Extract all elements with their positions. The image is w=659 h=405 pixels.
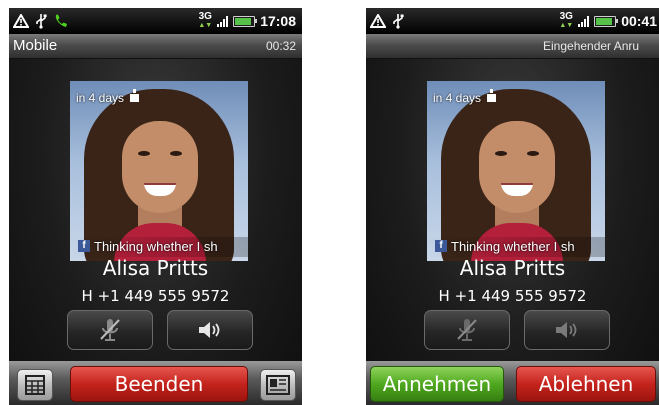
- warning-icon: [370, 14, 386, 28]
- network-indicator: 3G ▲▼: [559, 11, 574, 30]
- battery-icon: [594, 15, 619, 27]
- signal-icon: [578, 15, 590, 27]
- contact-photo: in 4 days f Thinking whether I sh: [70, 81, 248, 261]
- mute-icon: [457, 319, 477, 341]
- facebook-status-text: Thinking whether I sh: [94, 239, 218, 254]
- contact-card-icon: [266, 375, 290, 395]
- facebook-status: f Thinking whether I sh: [427, 237, 605, 257]
- caller-name: Alisa Pritts: [459, 256, 566, 280]
- speaker-button[interactable]: [167, 310, 253, 350]
- usb-icon: [393, 14, 404, 29]
- birthday-icon: [130, 89, 140, 102]
- end-call-button[interactable]: Beenden: [70, 366, 248, 402]
- birthday-reminder: in 4 days: [76, 89, 140, 105]
- network-indicator: 3G ▲▼: [198, 11, 213, 30]
- clock: 00:41: [621, 13, 657, 29]
- facebook-status-text: Thinking whether I sh: [451, 239, 575, 254]
- speaker-icon: [199, 322, 220, 338]
- decline-button[interactable]: Ablehnen: [516, 366, 656, 402]
- clock: 17:08: [260, 13, 296, 29]
- call-title-bar: Mobile 00:32: [9, 34, 302, 59]
- answer-button[interactable]: Annehmen: [370, 366, 504, 402]
- facebook-icon: f: [435, 240, 447, 252]
- active-call-screen: 3G ▲▼ 17:08 Mobile 00:32 in 4 days f Thin…: [9, 8, 302, 405]
- signal-icon: [217, 15, 229, 27]
- call-duration: 00:32: [265, 39, 296, 53]
- battery-icon: [233, 15, 258, 27]
- speaker-icon: [556, 322, 577, 338]
- call-type-label: Mobile: [13, 37, 58, 54]
- incoming-call-label: Eingehender Anru: [543, 39, 640, 53]
- phone-icon: [55, 14, 67, 27]
- incoming-call-screen: 3G ▲▼ 00:41 Eingehender Anru in 4 days f …: [366, 8, 659, 405]
- speaker-button: [524, 310, 610, 350]
- birthday-icon: [487, 89, 497, 102]
- caller-number: H +1 449 555 9572: [81, 287, 230, 305]
- dialpad-button[interactable]: [17, 369, 53, 401]
- call-action-bar: Annehmen Ablehnen: [366, 361, 659, 405]
- caller-number: H +1 449 555 9572: [438, 287, 587, 305]
- status-bar: 3G ▲▼ 17:08: [9, 8, 302, 34]
- facebook-status: f Thinking whether I sh: [70, 237, 248, 257]
- mute-button[interactable]: [67, 310, 153, 350]
- warning-icon: [13, 14, 29, 28]
- status-bar: 3G ▲▼ 00:41: [366, 8, 659, 34]
- contact-details-button[interactable]: [260, 369, 296, 401]
- caller-name: Alisa Pritts: [102, 256, 209, 280]
- usb-icon: [36, 14, 47, 29]
- contact-photo: in 4 days f Thinking whether I sh: [427, 81, 605, 261]
- mute-icon: [100, 319, 120, 341]
- dialpad-icon: [25, 375, 45, 395]
- call-action-bar: Beenden: [9, 361, 302, 405]
- facebook-icon: f: [78, 240, 90, 252]
- call-title-bar: Eingehender Anru: [366, 34, 659, 59]
- mute-button: [424, 310, 510, 350]
- birthday-reminder: in 4 days: [433, 89, 497, 105]
